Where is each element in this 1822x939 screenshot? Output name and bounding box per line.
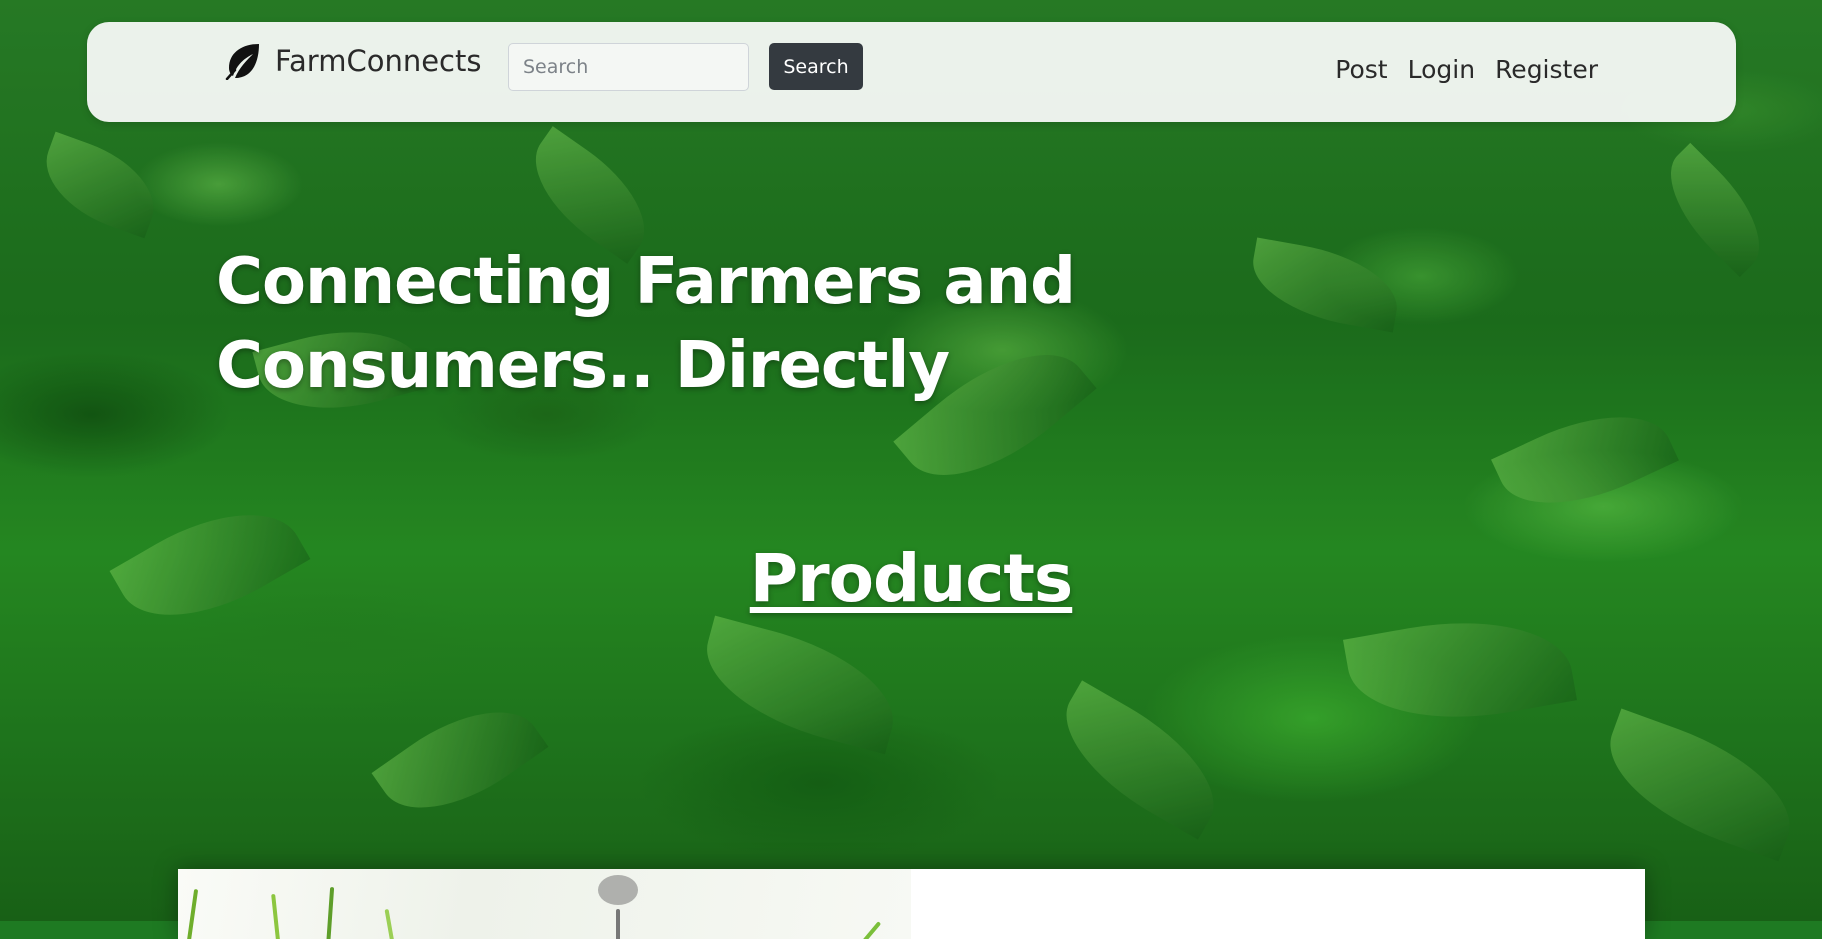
nav-link-register[interactable]: Register — [1495, 55, 1598, 84]
hero-title: Connecting Farmers and Consumers.. Direc… — [216, 245, 1076, 403]
search-input[interactable] — [508, 43, 749, 91]
products-heading-text: Products — [749, 540, 1073, 617]
product-card[interactable] — [178, 869, 1645, 939]
nav-link-login[interactable]: Login — [1408, 55, 1475, 84]
top-navbar: FarmConnects Search Post Login Register — [87, 22, 1736, 122]
search-button[interactable]: Search — [769, 43, 863, 90]
leaf-icon — [225, 44, 259, 80]
product-image — [178, 869, 911, 939]
brand-name: FarmConnects — [275, 44, 482, 78]
products-heading[interactable]: Products — [0, 540, 1822, 617]
nav-links: Post Login Register — [1335, 55, 1598, 84]
nav-link-post[interactable]: Post — [1335, 55, 1387, 84]
brand-link[interactable]: FarmConnects — [225, 42, 481, 80]
leafy-background-image — [0, 0, 1822, 921]
